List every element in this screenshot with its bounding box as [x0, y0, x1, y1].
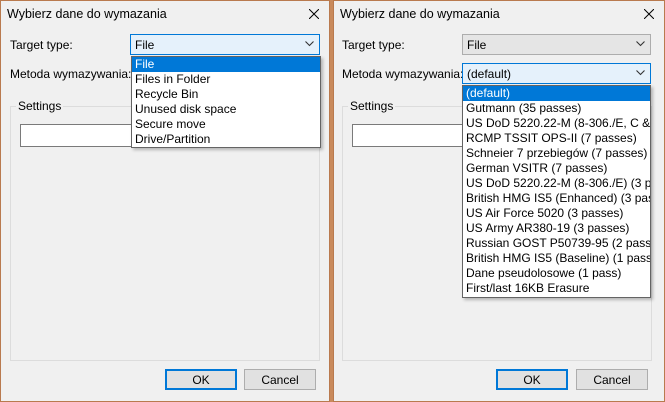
method-label: Metoda wymazywania: [10, 67, 132, 81]
close-button[interactable] [634, 1, 664, 27]
dropdown-item[interactable]: Dane pseudolosowe (1 pass) [463, 266, 650, 281]
method-label: Metoda wymazywania: [342, 67, 464, 81]
dropdown-item-recycle-bin[interactable]: Recycle Bin [132, 87, 320, 102]
settings-group-title: Settings [348, 99, 396, 113]
target-type-combo[interactable]: File [462, 34, 651, 55]
method-value: (default) [467, 67, 512, 81]
ok-label: OK [523, 372, 541, 387]
dropdown-item[interactable]: US Army AR380-19 (3 passes) [463, 221, 650, 236]
cancel-button[interactable]: Cancel [576, 369, 648, 390]
dropdown-item[interactable]: US DoD 5220.22-M (8-306./E) (3 passes) [463, 176, 650, 191]
dropdown-item[interactable]: RCMP TSSIT OPS-II (7 passes) [463, 131, 650, 146]
dropdown-item[interactable]: First/last 16KB Erasure [463, 281, 650, 296]
dropdown-item[interactable]: British HMG IS5 (Baseline) (1 pass) [463, 251, 650, 266]
target-type-label: Target type: [342, 38, 405, 52]
target-type-dropdown: File Files in Folder Recycle Bin Unused … [131, 56, 321, 148]
title-bar: Wybierz dane do wymazania [1, 1, 329, 28]
settings-group-title: Settings [16, 99, 64, 113]
dropdown-item[interactable]: German VSITR (7 passes) [463, 161, 650, 176]
chevron-down-icon [305, 41, 314, 47]
dropdown-item-files-in-folder[interactable]: Files in Folder [132, 72, 320, 87]
dialog-title: Wybierz dane do wymazania [7, 7, 167, 21]
dropdown-item[interactable]: Gutmann (35 passes) [463, 101, 650, 116]
title-bar: Wybierz dane do wymazania [334, 1, 664, 28]
target-type-value: File [135, 38, 155, 52]
dropdown-item[interactable]: Russian GOST P50739-95 (2 passes) [463, 236, 650, 251]
ok-button[interactable]: OK [165, 369, 237, 390]
ok-button[interactable]: OK [496, 369, 568, 390]
dropdown-item[interactable]: US Air Force 5020 (3 passes) [463, 206, 650, 221]
target-type-value: File [467, 38, 487, 52]
erase-dialog-left: Wybierz dane do wymazania Target type: F… [0, 0, 330, 402]
dropdown-item-file[interactable]: File [132, 57, 320, 72]
cancel-button[interactable]: Cancel [244, 369, 316, 390]
close-icon [644, 9, 654, 19]
dropdown-item-unused-disk-space[interactable]: Unused disk space [132, 102, 320, 117]
erase-dialog-right: Wybierz dane do wymazania Target type: F… [333, 0, 665, 402]
dropdown-item[interactable]: British HMG IS5 (Enhanced) (3 passes) [463, 191, 650, 206]
dropdown-item-secure-move[interactable]: Secure move [132, 117, 320, 132]
dropdown-item[interactable]: (default) [463, 86, 650, 101]
dialog-title: Wybierz dane do wymazania [340, 7, 500, 21]
cancel-label: Cancel [261, 372, 299, 387]
chevron-down-icon [636, 70, 645, 76]
close-button[interactable] [299, 1, 329, 27]
ok-label: OK [192, 372, 210, 387]
cancel-label: Cancel [593, 372, 631, 387]
dropdown-item[interactable]: US DoD 5220.22-M (8-306./E, C & E) [463, 116, 650, 131]
target-type-combo[interactable]: File [130, 34, 320, 55]
dropdown-item-drive-partition[interactable]: Drive/Partition [132, 132, 320, 147]
method-dropdown: (default) Gutmann (35 passes) US DoD 522… [462, 85, 651, 298]
method-combo[interactable]: (default) [462, 63, 651, 84]
dropdown-item[interactable]: Schneier 7 przebiegów (7 passes) [463, 146, 650, 161]
target-type-label: Target type: [10, 38, 73, 52]
close-icon [309, 9, 319, 19]
chevron-down-icon [636, 41, 645, 47]
